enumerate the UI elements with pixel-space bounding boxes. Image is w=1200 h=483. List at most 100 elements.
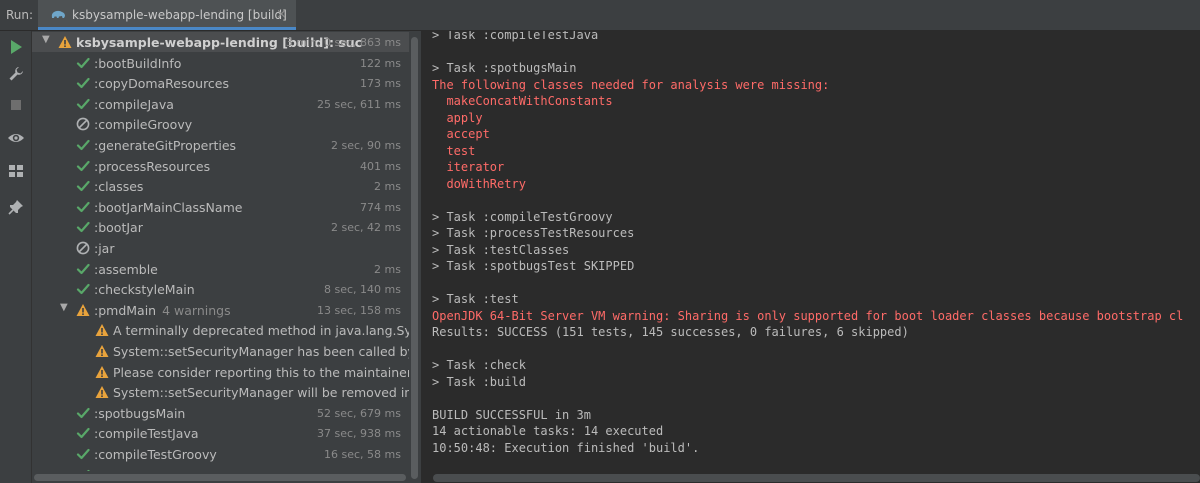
console-line: > Task :spotbugsTest SKIPPED (432, 259, 635, 273)
task-duration: 13 sec, 158 ms (317, 303, 401, 317)
task-name: :bootBuildInfo (94, 55, 182, 71)
tree-row[interactable]: :compileTestGroovy 16 sec, 58 ms (32, 444, 409, 464)
tree-row[interactable]: System::setSecurityManager will be remov… (32, 382, 409, 402)
task-duration: 25 sec, 611 ms (317, 97, 401, 111)
console-horizontal-scrollbar[interactable] (421, 472, 1200, 483)
tree-row-label: :processResources (94, 159, 210, 174)
tree-row[interactable]: :classes 2 ms (32, 176, 409, 196)
task-duration: 16 sec, 58 ms (324, 448, 401, 461)
tree-row-label: A terminally deprecated method in java.l… (113, 323, 409, 338)
tree-row-label: :compileTestJava (94, 426, 199, 441)
tree-horizontal-scrollbar[interactable] (32, 471, 409, 483)
layout-icon[interactable] (6, 161, 26, 181)
tree-row-label: :bootJar (94, 220, 143, 235)
task-name: :spotbugsMain (94, 405, 186, 421)
tree-row[interactable]: ▼ :pmdMain 4 warnings 13 sec, 158 ms (32, 300, 409, 320)
eye-icon[interactable] (6, 128, 26, 148)
tree-row-label: :jar (94, 241, 114, 256)
task-duration: 401 ms (360, 159, 401, 173)
success-check-icon (76, 407, 90, 418)
wrench-icon[interactable] (6, 64, 26, 84)
tree-row-label: :checkstyleMain (94, 282, 195, 297)
console-error-line: doWithRetry (432, 176, 526, 191)
tree-row[interactable]: :bootJar 2 sec, 42 ms (32, 217, 409, 237)
tree-row[interactable]: :compileTestJava 37 sec, 938 ms (32, 423, 409, 443)
console-line: 14 actionable tasks: 14 executed (432, 424, 664, 438)
console-output[interactable]: > Task :compileTestJava > Task :spotbugsM… (421, 31, 1200, 483)
tree-row-label: :assemble (94, 262, 158, 277)
tree-row-label: Please consider reporting this to the ma… (113, 365, 409, 380)
tree-row[interactable]: :bootJarMainClassName 774 ms (32, 197, 409, 217)
task-duration: 2 sec, 42 ms (331, 221, 401, 235)
tree-row[interactable]: :compileGroovy (32, 114, 409, 134)
task-duration: 2 sec, 90 ms (331, 139, 401, 152)
tree-row[interactable]: System::setSecurityManager has been call… (32, 341, 409, 361)
tree-vertical-scrollbar[interactable] (409, 31, 421, 483)
task-name: :classes (94, 179, 144, 195)
gradle-elephant-icon (51, 10, 65, 18)
task-duration: 37 sec, 938 ms (317, 427, 401, 441)
tree-row[interactable]: :assemble 2 ms (32, 259, 409, 279)
tree-row[interactable]: :compileJava 25 sec, 611 ms (32, 94, 409, 114)
task-duration: 3 min, 0 sec, 863 ms (285, 36, 401, 49)
warning-icon (95, 324, 109, 337)
run-label: Run: (6, 8, 34, 22)
tree-row-label: :compileJava (94, 97, 174, 112)
task-name: :checkstyleMain (94, 282, 195, 298)
skipped-icon (76, 117, 90, 131)
console-horizontal-scroll-thumb[interactable] (433, 474, 1200, 482)
tree-row-label: System::setSecurityManager has been call… (113, 344, 409, 359)
tree-vertical-scroll-thumb[interactable] (411, 37, 418, 479)
tree-row[interactable]: :generateGitProperties 2 sec, 90 ms (32, 135, 409, 155)
tree-row[interactable]: :jar (32, 238, 409, 258)
success-check-icon (76, 98, 90, 109)
warning-icon (76, 303, 90, 316)
build-tree: ▼ ksbysample-webapp-lending [build]: suc 3… (32, 31, 409, 483)
task-duration: 2 ms (374, 180, 401, 194)
console-error-line: test (432, 143, 476, 158)
expand-arrow-icon[interactable]: ▼ (42, 34, 50, 45)
task-name: :bootJar (94, 220, 143, 236)
tree-row[interactable]: :copyDomaResources 173 ms (32, 73, 409, 93)
run-icon[interactable] (6, 37, 26, 57)
task-name: :copyDomaResources (94, 76, 230, 92)
console-error-line: The following classes needed for analysi… (432, 77, 830, 92)
warning-icon (58, 36, 72, 48)
console-line: > Task :compileTestJava (432, 31, 599, 42)
run-tab-bar: Run: ksbysample-webapp-lending [build] × (0, 0, 1200, 31)
tree-row-label: :compileTestGroovy (94, 447, 217, 462)
console-line: BUILD SUCCESSFUL in 3m (432, 407, 591, 422)
task-duration: 173 ms (360, 77, 401, 91)
tree-row-label: :pmdMain 4 warnings (94, 303, 231, 318)
tree-row[interactable]: Please consider reporting this to the ma… (32, 362, 409, 382)
task-name: :compileGroovy (94, 117, 193, 133)
tree-row[interactable]: :bootBuildInfo 122 ms (32, 53, 409, 73)
task-name: :processResources (94, 158, 211, 174)
tree-row-label: :classes (94, 179, 143, 194)
tree-horizontal-scroll-thumb[interactable] (34, 474, 406, 481)
tree-row-label: :bootJarMainClassName (94, 200, 242, 215)
console-line: 10:50:48: Execution finished 'build'. (432, 440, 700, 455)
task-name: System::setSecurityManager has been call… (113, 344, 409, 359)
task-duration: 774 ms (360, 200, 401, 214)
task-name: A terminally deprecated method in java.l… (113, 323, 409, 339)
console-line: > Task :build (432, 374, 526, 389)
tree-row-label: System::setSecurityManager will be remov… (113, 385, 409, 400)
tab-build[interactable]: ksbysample-webapp-lending [build] × (38, 0, 296, 30)
task-name: System::setSecurityManager will be remov… (113, 385, 409, 401)
tree-row[interactable]: A terminally deprecated method in java.l… (32, 320, 409, 340)
close-icon[interactable]: × (276, 7, 287, 22)
task-duration: 52 sec, 679 ms (317, 406, 401, 420)
console-error-line: iterator (432, 160, 505, 174)
tree-row[interactable]: :processResources 401 ms (32, 156, 409, 176)
expand-arrow-icon[interactable]: ▼ (60, 302, 68, 313)
task-name: :compileTestGroovy (94, 447, 217, 462)
skipped-icon (76, 241, 90, 255)
tree-row[interactable]: :checkstyleMain 8 sec, 140 ms (32, 279, 409, 299)
tree-row[interactable]: :spotbugsMain 52 sec, 679 ms (32, 403, 409, 423)
stop-icon[interactable] (6, 95, 26, 115)
pin-icon[interactable] (6, 197, 26, 217)
warning-icon (95, 386, 109, 399)
success-check-icon (76, 181, 90, 192)
tree-row[interactable]: ▼ ksbysample-webapp-lending [build]: suc 3… (32, 32, 409, 52)
